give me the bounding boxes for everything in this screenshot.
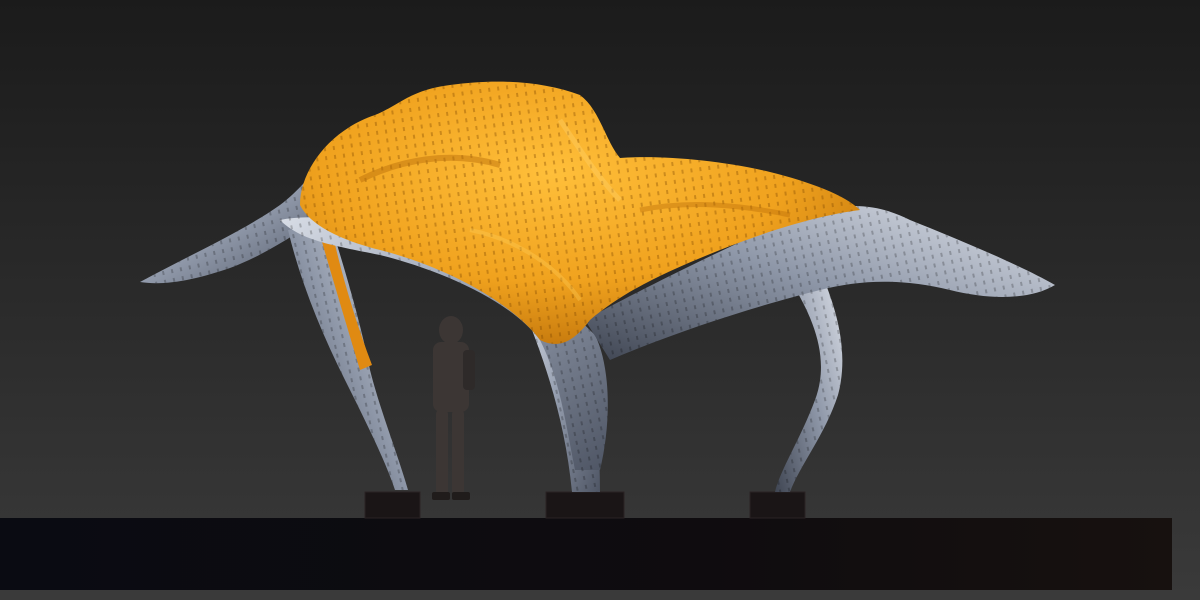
plinth — [0, 518, 1172, 590]
render-viewport — [0, 0, 1200, 600]
sculpture-render-svg — [0, 0, 1200, 600]
